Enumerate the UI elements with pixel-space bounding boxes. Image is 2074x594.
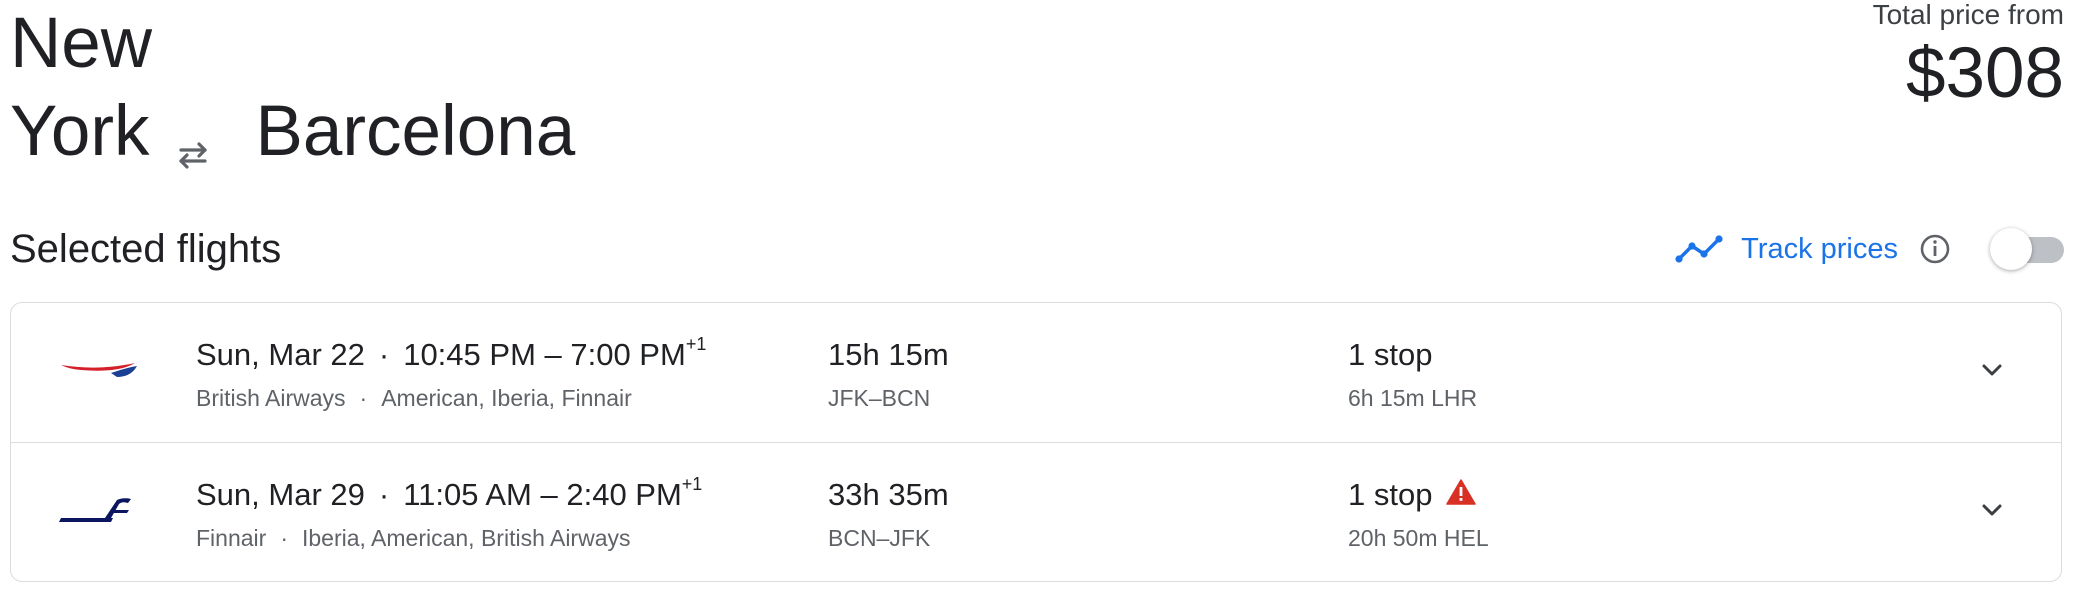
flight-stops: 1 stop [1348, 477, 1477, 513]
flight-date-times: Sun, Mar 29 · 11:05 AM – 2:40 PM+1 [196, 473, 703, 513]
layover-info: 20h 50m HEL [1348, 525, 1489, 551]
flight-airlines: Finnair · Iberia, American, British Airway… [196, 525, 631, 552]
flight-airlines: British Airways · American, Iberia, Finnai… [196, 385, 632, 412]
track-prices-toggle[interactable] [1990, 227, 2064, 271]
selected-flights-title: Selected flights [10, 227, 282, 271]
total-price: $308 [1906, 34, 2064, 113]
price-summary: Total price from $308 [1873, 0, 2064, 116]
info-icon[interactable] [1918, 232, 1952, 266]
flight-date: Sun, Mar 22 [196, 337, 365, 372]
operating-airline: Finnair [196, 525, 267, 551]
price-label: Total price from [1872, 0, 2064, 30]
track-prices-label[interactable]: Track prices [1741, 233, 1898, 266]
flight-date: Sun, Mar 29 [196, 477, 365, 512]
operating-airline: British Airways [196, 385, 346, 411]
origin-line-2: York [10, 92, 150, 171]
british-airways-logo-icon [59, 351, 139, 391]
trip-header: New York Barcelona Total price from $308 [10, 0, 2064, 180]
finnair-logo-icon [59, 491, 139, 531]
flight-duration: 15h 15m [828, 337, 949, 372]
separator-dot: · [378, 337, 390, 372]
partner-airlines: American, Iberia, Finnair [381, 385, 632, 411]
flight-date-times: Sun, Mar 22 · 10:45 PM – 7:00 PM+1 [196, 333, 707, 373]
flights-card: Sun, Mar 22 · 10:45 PM – 7:00 PM+1 British… [10, 302, 2062, 582]
flight-row-outbound[interactable]: Sun, Mar 22 · 10:45 PM – 7:00 PM+1 British… [11, 303, 2061, 443]
warning-icon[interactable] [1446, 478, 1477, 506]
flight-times: 11:05 AM – 2:40 PM [403, 477, 682, 512]
stops-count: 1 stop [1348, 477, 1433, 512]
flight-row-return[interactable]: Sun, Mar 29 · 11:05 AM – 2:40 PM+1 Finnair… [11, 443, 2061, 582]
chevron-down-icon[interactable] [1977, 355, 2007, 385]
destination: Barcelona [255, 92, 576, 171]
separator-dot: · [359, 385, 368, 411]
layover-info: 6h 15m LHR [1348, 385, 1478, 411]
swap-arrows-icon [171, 110, 215, 169]
route-title: New York Barcelona [10, 0, 650, 176]
flight-duration: 33h 35m [828, 477, 949, 512]
flight-route: JFK–BCN [828, 385, 931, 411]
separator-dot: · [378, 477, 390, 512]
flight-stops: 1 stop [1348, 337, 1432, 373]
track-prices-control[interactable]: Track prices [1675, 222, 2064, 276]
origin-line-1: New [10, 4, 153, 83]
day-offset: +1 [685, 333, 707, 354]
separator-dot: · [280, 525, 288, 551]
selected-flights-header: Selected flights Track prices [10, 222, 2064, 276]
flight-route: BCN–JFK [828, 525, 931, 551]
partner-airlines: Iberia, American, British Airways [301, 525, 631, 551]
trend-line-icon [1675, 234, 1723, 264]
chevron-down-icon[interactable] [1977, 495, 2007, 525]
route-title-line-2: York Barcelona [10, 88, 650, 176]
flight-times: 10:45 PM – 7:00 PM [403, 337, 686, 372]
day-offset: +1 [681, 473, 703, 494]
toggle-knob [1990, 228, 2032, 270]
stops-count: 1 stop [1348, 337, 1433, 372]
